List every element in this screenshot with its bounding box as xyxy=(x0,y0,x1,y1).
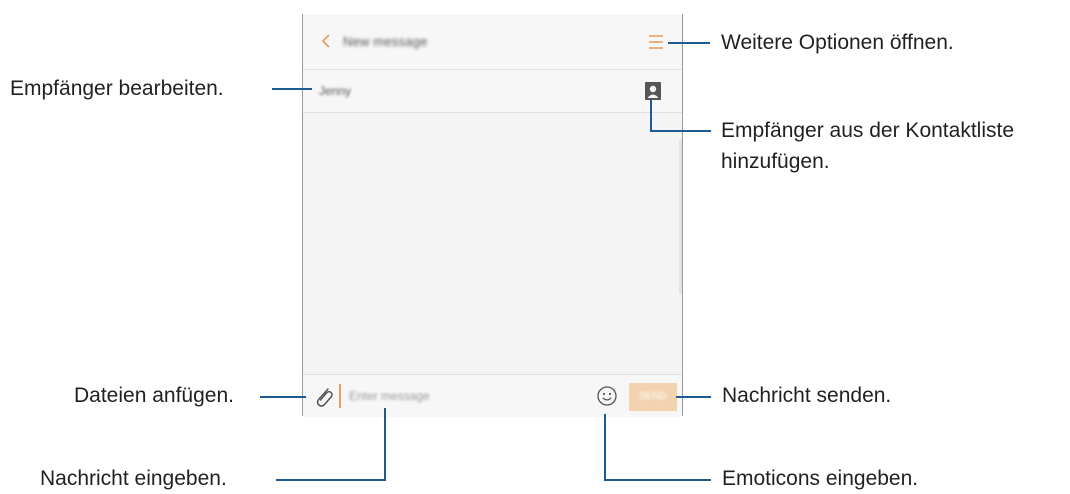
scrollbar[interactable] xyxy=(679,139,682,294)
message-placeholder: Enter message xyxy=(349,389,430,403)
app-header: New message xyxy=(303,14,682,70)
label-enter-emoticons: Emoticons eingeben. xyxy=(722,467,919,490)
send-button-label: SEND xyxy=(639,391,667,402)
compose-bar: Enter message SEND xyxy=(303,374,682,417)
contact-icon[interactable] xyxy=(644,81,662,101)
leader-line-enter-message-v xyxy=(384,408,386,481)
phone-screen: New message Jenny Enter message SEND xyxy=(302,14,683,417)
message-input[interactable]: Enter message xyxy=(339,384,581,408)
leader-line-more-options xyxy=(668,42,710,44)
label-edit-recipient: Empfänger bearbeiten. xyxy=(10,77,224,100)
leader-line-contacts-v xyxy=(650,100,652,132)
recipient-name[interactable]: Jenny xyxy=(319,84,351,98)
label-send-message: Nachricht senden. xyxy=(722,384,892,407)
leader-line-contacts-h xyxy=(650,130,711,132)
label-attach-files: Dateien anfügen. xyxy=(74,384,234,407)
leader-line-attach xyxy=(260,396,306,398)
label-add-from-contacts-2: hinzufügen. xyxy=(721,150,830,173)
label-more-options: Weitere Optionen öffnen. xyxy=(721,31,954,54)
label-add-from-contacts-1: Empfänger aus der Kontaktliste xyxy=(721,119,1014,142)
back-arrow-icon[interactable] xyxy=(317,31,337,51)
leader-line-edit-recipient xyxy=(272,88,312,90)
leader-line-send xyxy=(676,396,711,398)
leader-line-emoticons-v xyxy=(604,414,606,481)
header-title: New message xyxy=(343,34,428,49)
paperclip-icon[interactable] xyxy=(311,383,335,409)
recipient-field[interactable]: Jenny xyxy=(303,70,682,113)
send-button[interactable]: SEND xyxy=(629,383,677,411)
menu-icon[interactable] xyxy=(646,31,666,53)
label-enter-message: Nachricht eingeben. xyxy=(40,467,227,490)
smiley-icon[interactable] xyxy=(596,385,618,407)
leader-line-enter-message-h xyxy=(276,479,386,481)
leader-line-emoticons-h xyxy=(604,479,711,481)
